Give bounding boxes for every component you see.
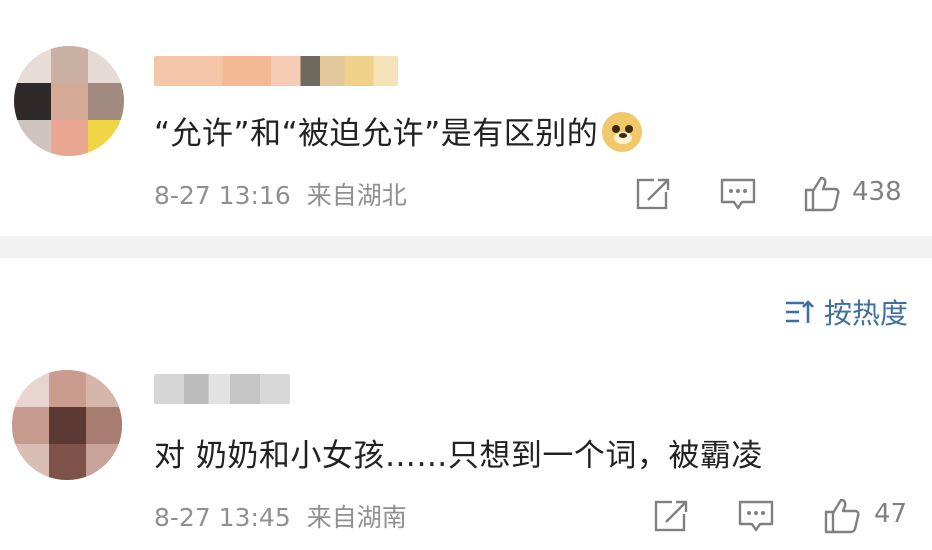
like-icon[interactable] [802, 174, 842, 214]
avatar[interactable] [12, 370, 122, 480]
comment-actions: 47 [0, 496, 932, 536]
reply-icon[interactable] [736, 496, 776, 536]
sort-icon [785, 300, 814, 323]
comment-item: “允许”和“被迫允许”是有区别的 8-27 13:16 来自湖北 438 [0, 0, 932, 236]
comment-actions: 438 [0, 174, 932, 214]
like-icon[interactable] [822, 496, 862, 536]
sort-label: 按热度 [823, 297, 908, 330]
avatar[interactable] [14, 46, 124, 156]
share-icon[interactable] [634, 174, 674, 214]
username-blurred[interactable] [154, 374, 290, 404]
comment-item: 对 奶奶和小女孩……只想到一个词，被霸凌 8-27 13:45 来自湖南 47 [0, 358, 932, 550]
sort-bar: 按热度 [0, 258, 932, 358]
like-count: 438 [852, 177, 902, 207]
reply-icon[interactable] [718, 174, 758, 214]
section-divider [0, 236, 932, 258]
comment-text: “允许”和“被迫允许”是有区别的 [154, 108, 643, 153]
doge-icon [602, 112, 643, 152]
sort-by-hot-button[interactable]: 按热度 [784, 294, 908, 330]
comment-text: 对 奶奶和小女孩……只想到一个词，被霸凌 [154, 438, 763, 474]
share-icon[interactable] [652, 496, 692, 536]
like-count: 47 [874, 499, 908, 529]
username-blurred[interactable] [154, 56, 398, 86]
comment-feed: “允许”和“被迫允许”是有区别的 8-27 13:16 来自湖北 438 按热度… [0, 0, 932, 550]
